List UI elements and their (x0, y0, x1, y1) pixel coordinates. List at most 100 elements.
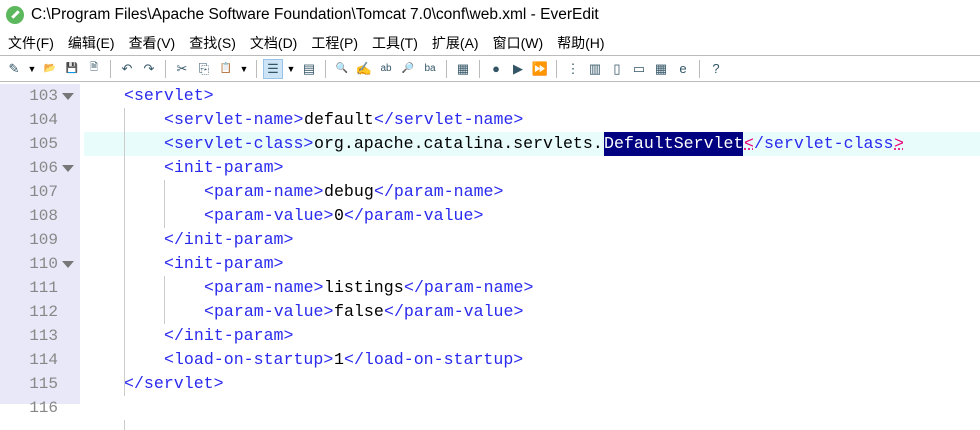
menu-item[interactable]: 工程(P) (305, 33, 366, 53)
toolbar-separator (479, 59, 480, 78)
code-line: 107 <param-name> debug </param-name> (0, 180, 980, 204)
code-editor[interactable]: 103 <servlet> 104 <servlet-name> default </se… (0, 84, 980, 430)
wrap-icon[interactable]: ☰ (263, 58, 283, 79)
xml-tag: </load-on-startup> (344, 350, 524, 369)
menu-item[interactable]: 文件(F) (2, 33, 62, 53)
chevron-down-icon[interactable]: ▼ (238, 64, 250, 74)
menu-item[interactable]: 帮助(H) (551, 33, 612, 53)
xml-tag: </servlet> (124, 374, 224, 393)
fold-arrow-icon[interactable] (62, 261, 74, 268)
fold-arrow-icon[interactable] (62, 165, 74, 172)
line-number: 116 (29, 399, 58, 417)
undo-icon[interactable]: ↶ (117, 59, 137, 79)
selected-text: DefaultServlet (604, 132, 744, 156)
code-line: 111 <param-name> listings </param-name> (0, 276, 980, 300)
save-icon[interactable]: 💾 (62, 59, 82, 79)
open-icon[interactable]: 📂 (40, 59, 60, 79)
line-number: 104 (29, 111, 58, 129)
console-icon[interactable]: ▭ (629, 59, 649, 79)
menu-item[interactable]: 窗口(W) (487, 33, 552, 53)
text-content: debug (324, 182, 374, 201)
text-content: default (304, 110, 374, 129)
xml-tag: <servlet-name> (164, 110, 304, 129)
menu-item[interactable]: 工具(T) (366, 33, 426, 53)
fold-arrow-icon[interactable] (62, 93, 74, 100)
panel-icon[interactable]: ▯ (607, 59, 627, 79)
case-icon[interactable]: ba (420, 59, 440, 79)
window-title: C:\Program Files\Apache Software Foundat… (31, 6, 599, 23)
tree-icon[interactable]: ⋮ (563, 59, 583, 79)
sidebar-icon[interactable]: ▥ (585, 59, 605, 79)
save-all-icon[interactable]: 🗎 (84, 59, 104, 79)
line-number: 111 (29, 279, 58, 297)
text-content: false (334, 302, 384, 321)
toolbar-separator (556, 59, 557, 78)
replace-icon[interactable]: ✍ (354, 59, 374, 79)
chevron-down-icon[interactable]: ▼ (26, 64, 38, 74)
xml-tag: </init-param> (164, 326, 294, 345)
xml-tag: <param-value> (204, 206, 334, 225)
chevron-down-icon[interactable]: ▼ (285, 64, 297, 74)
xml-tag: <param-name> (204, 182, 324, 201)
line-number: 108 (29, 207, 58, 225)
toolbar-separator (256, 59, 257, 78)
xml-tag: </param-name> (374, 182, 504, 201)
indent-guide (124, 420, 125, 430)
line-number: 112 (29, 303, 58, 321)
indent-guide (164, 180, 165, 228)
toolbar-separator (699, 59, 700, 78)
menu-item[interactable]: 文档(D) (244, 33, 305, 53)
toolbar-separator (325, 59, 326, 78)
line-number: 110 (29, 255, 58, 273)
code-text: </init-param> (84, 228, 980, 252)
play-icon[interactable]: ▶ (508, 59, 528, 79)
code-line: 108 <param-value> 0 </param-value> (0, 204, 980, 228)
menu-item[interactable]: 扩展(A) (426, 33, 487, 53)
xml-tag: <param-value> (204, 302, 334, 321)
find-icon[interactable]: 🔍 (332, 59, 352, 79)
find-in-files-icon[interactable]: 🔎 (398, 59, 418, 79)
browser-icon[interactable]: e (673, 59, 693, 79)
menu-item[interactable]: 编辑(E) (62, 33, 123, 53)
menu-bar: 文件(F) 编辑(E) 查看(V) 查找(S) 文档(D) 工程(P) 工具(T) 扩展(A)… (0, 30, 980, 56)
text-content: 1 (334, 350, 344, 369)
column-icon[interactable]: ▦ (453, 59, 473, 79)
table-icon[interactable]: ▦ (651, 59, 671, 79)
redo-icon[interactable]: ↷ (139, 59, 159, 79)
everedit-logo-icon (6, 6, 24, 24)
line-number: 113 (29, 327, 58, 345)
code-line: 112 <param-value> false </param-value> (0, 300, 980, 324)
xml-tag: </param-value> (384, 302, 524, 321)
paste-icon[interactable]: 📋 (216, 59, 236, 79)
play-multi-icon[interactable]: ⏩ (530, 59, 550, 79)
menu-item[interactable]: 查找(S) (183, 33, 244, 53)
code-line: 109 </init-param> (0, 228, 980, 252)
new-icon[interactable]: ✎ (4, 59, 24, 79)
outline-icon[interactable]: ▤ (299, 59, 319, 79)
toolbar: ✎ ▼ 📂 💾 🗎 ↶ ↷ ✂ ⎘ 📋 ▼ ☰ ▼ ▤ 🔍 ✍ ab 🔎 ba ▦ ● ▶ ⏩ ⋮ ▥ ▯ ▭ ▦ e? (0, 56, 980, 82)
code-text: <param-value> false </param-value> (84, 300, 980, 324)
help-icon[interactable]: ? (706, 59, 726, 79)
find-replace-icon[interactable]: ab (376, 59, 396, 79)
cut-icon[interactable]: ✂ (172, 59, 192, 79)
xml-tag: <init-param> (164, 158, 284, 177)
xml-tag: </init-param> (164, 230, 294, 249)
xml-tag: </param-value> (344, 206, 484, 225)
copy-icon[interactable]: ⎘ (194, 59, 214, 79)
code-line: 113 </init-param> (0, 324, 980, 348)
title-bar: C:\Program Files\Apache Software Foundat… (0, 0, 980, 30)
line-number: 103 (29, 87, 58, 105)
record-icon[interactable]: ● (486, 59, 506, 79)
toolbar-separator (446, 59, 447, 78)
xml-tag: /servlet-class (754, 134, 894, 153)
toolbar-separator (110, 59, 111, 78)
xml-tag: <param-name> (204, 278, 324, 297)
menu-item[interactable]: 查看(V) (123, 33, 184, 53)
code-line: 114 <load-on-startup> 1 </load-on-startup> (0, 348, 980, 372)
matched-bracket: < (744, 134, 754, 153)
xml-tag: </servlet-name> (374, 110, 524, 129)
matched-bracket: > (894, 134, 904, 153)
code-text: </init-param> (84, 324, 980, 348)
code-text: <servlet-name> default </servlet-name> (84, 108, 980, 132)
